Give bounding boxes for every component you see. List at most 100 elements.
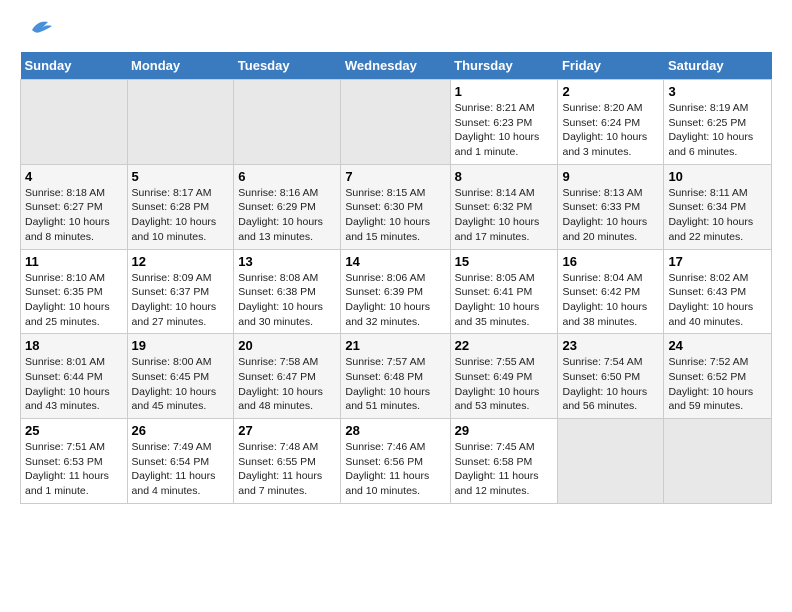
day-number: 5	[132, 169, 230, 184]
day-number: 29	[455, 423, 554, 438]
day-number: 11	[25, 254, 123, 269]
calendar-cell: 17 Sunrise: 8:02 AM Sunset: 6:43 PM Dayli…	[664, 249, 772, 334]
day-info: Sunrise: 8:05 AM Sunset: 6:41 PM Dayligh…	[455, 271, 554, 330]
calendar-cell: 26 Sunrise: 7:49 AM Sunset: 6:54 PM Dayli…	[127, 419, 234, 504]
day-info: Sunrise: 8:11 AM Sunset: 6:34 PM Dayligh…	[668, 186, 767, 245]
calendar-cell: 3 Sunrise: 8:19 AM Sunset: 6:25 PM Daylig…	[664, 80, 772, 165]
column-header-monday: Monday	[127, 52, 234, 80]
calendar-week-row: 18 Sunrise: 8:01 AM Sunset: 6:44 PM Dayli…	[21, 334, 772, 419]
day-info: Sunrise: 7:57 AM Sunset: 6:48 PM Dayligh…	[345, 355, 445, 414]
calendar-week-row: 1 Sunrise: 8:21 AM Sunset: 6:23 PM Daylig…	[21, 80, 772, 165]
day-info: Sunrise: 8:08 AM Sunset: 6:38 PM Dayligh…	[238, 271, 336, 330]
logo-bird-icon	[24, 16, 56, 38]
day-number: 28	[345, 423, 445, 438]
calendar-cell: 11 Sunrise: 8:10 AM Sunset: 6:35 PM Dayli…	[21, 249, 128, 334]
calendar-cell: 21 Sunrise: 7:57 AM Sunset: 6:48 PM Dayli…	[341, 334, 450, 419]
day-number: 17	[668, 254, 767, 269]
day-number: 12	[132, 254, 230, 269]
day-info: Sunrise: 7:46 AM Sunset: 6:56 PM Dayligh…	[345, 440, 445, 499]
calendar-cell: 8 Sunrise: 8:14 AM Sunset: 6:32 PM Daylig…	[450, 164, 558, 249]
day-info: Sunrise: 7:55 AM Sunset: 6:49 PM Dayligh…	[455, 355, 554, 414]
day-info: Sunrise: 7:45 AM Sunset: 6:58 PM Dayligh…	[455, 440, 554, 499]
day-number: 13	[238, 254, 336, 269]
calendar-cell: 9 Sunrise: 8:13 AM Sunset: 6:33 PM Daylig…	[558, 164, 664, 249]
day-number: 4	[25, 169, 123, 184]
day-number: 9	[562, 169, 659, 184]
calendar-cell	[127, 80, 234, 165]
calendar-cell: 1 Sunrise: 8:21 AM Sunset: 6:23 PM Daylig…	[450, 80, 558, 165]
day-info: Sunrise: 8:16 AM Sunset: 6:29 PM Dayligh…	[238, 186, 336, 245]
day-info: Sunrise: 8:17 AM Sunset: 6:28 PM Dayligh…	[132, 186, 230, 245]
calendar-cell: 14 Sunrise: 8:06 AM Sunset: 6:39 PM Dayli…	[341, 249, 450, 334]
column-header-tuesday: Tuesday	[234, 52, 341, 80]
column-header-saturday: Saturday	[664, 52, 772, 80]
page-container: SundayMondayTuesdayWednesdayThursdayFrid…	[0, 0, 792, 514]
calendar-cell	[21, 80, 128, 165]
day-info: Sunrise: 8:02 AM Sunset: 6:43 PM Dayligh…	[668, 271, 767, 330]
calendar-cell: 15 Sunrise: 8:05 AM Sunset: 6:41 PM Dayli…	[450, 249, 558, 334]
day-number: 14	[345, 254, 445, 269]
day-info: Sunrise: 8:14 AM Sunset: 6:32 PM Dayligh…	[455, 186, 554, 245]
calendar-cell: 25Sunrise: 7:51 AM Sunset: 6:53 PM Dayli…	[21, 419, 128, 504]
calendar-cell: 16 Sunrise: 8:04 AM Sunset: 6:42 PM Dayli…	[558, 249, 664, 334]
day-info: Sunrise: 7:52 AM Sunset: 6:52 PM Dayligh…	[668, 355, 767, 414]
day-number: 23	[562, 338, 659, 353]
day-info: Sunrise: 8:15 AM Sunset: 6:30 PM Dayligh…	[345, 186, 445, 245]
calendar-cell: 5 Sunrise: 8:17 AM Sunset: 6:28 PM Daylig…	[127, 164, 234, 249]
day-info: Sunrise: 8:01 AM Sunset: 6:44 PM Dayligh…	[25, 355, 123, 414]
day-info: Sunrise: 7:48 AM Sunset: 6:55 PM Dayligh…	[238, 440, 336, 499]
logo	[20, 20, 56, 42]
day-info: Sunrise: 7:49 AM Sunset: 6:54 PM Dayligh…	[132, 440, 230, 499]
calendar-cell: 24 Sunrise: 7:52 AM Sunset: 6:52 PM Dayli…	[664, 334, 772, 419]
day-number: 24	[668, 338, 767, 353]
day-info: Sunrise: 8:19 AM Sunset: 6:25 PM Dayligh…	[668, 101, 767, 160]
calendar-table: SundayMondayTuesdayWednesdayThursdayFrid…	[20, 52, 772, 504]
calendar-cell: 12 Sunrise: 8:09 AM Sunset: 6:37 PM Dayli…	[127, 249, 234, 334]
day-info: Sunrise: 8:09 AM Sunset: 6:37 PM Dayligh…	[132, 271, 230, 330]
day-info: Sunrise: 8:10 AM Sunset: 6:35 PM Dayligh…	[25, 271, 123, 330]
day-number: 2	[562, 84, 659, 99]
day-info: Sunrise: 7:54 AM Sunset: 6:50 PM Dayligh…	[562, 355, 659, 414]
day-number: 8	[455, 169, 554, 184]
day-number: 26	[132, 423, 230, 438]
day-info: Sunrise: 8:13 AM Sunset: 6:33 PM Dayligh…	[562, 186, 659, 245]
day-info: Sunrise: 8:00 AM Sunset: 6:45 PM Dayligh…	[132, 355, 230, 414]
day-info: Sunrise: 8:21 AM Sunset: 6:23 PM Dayligh…	[455, 101, 554, 160]
day-number: 7	[345, 169, 445, 184]
calendar-cell	[664, 419, 772, 504]
calendar-cell: 10 Sunrise: 8:11 AM Sunset: 6:34 PM Dayli…	[664, 164, 772, 249]
column-header-wednesday: Wednesday	[341, 52, 450, 80]
calendar-cell: 19Sunrise: 8:00 AM Sunset: 6:45 PM Dayli…	[127, 334, 234, 419]
day-number: 6	[238, 169, 336, 184]
calendar-cell: 28 Sunrise: 7:46 AM Sunset: 6:56 PM Dayli…	[341, 419, 450, 504]
day-info: Sunrise: 7:58 AM Sunset: 6:47 PM Dayligh…	[238, 355, 336, 414]
day-number: 22	[455, 338, 554, 353]
calendar-week-row: 25Sunrise: 7:51 AM Sunset: 6:53 PM Dayli…	[21, 419, 772, 504]
column-header-thursday: Thursday	[450, 52, 558, 80]
day-number: 16	[562, 254, 659, 269]
page-header	[20, 20, 772, 42]
day-info: Sunrise: 8:20 AM Sunset: 6:24 PM Dayligh…	[562, 101, 659, 160]
day-number: 18	[25, 338, 123, 353]
day-number: 20	[238, 338, 336, 353]
day-info: Sunrise: 8:04 AM Sunset: 6:42 PM Dayligh…	[562, 271, 659, 330]
calendar-cell: 18 Sunrise: 8:01 AM Sunset: 6:44 PM Dayli…	[21, 334, 128, 419]
column-header-sunday: Sunday	[21, 52, 128, 80]
day-number: 10	[668, 169, 767, 184]
calendar-cell: 6 Sunrise: 8:16 AM Sunset: 6:29 PM Daylig…	[234, 164, 341, 249]
calendar-cell	[234, 80, 341, 165]
calendar-cell	[558, 419, 664, 504]
calendar-cell: 27Sunrise: 7:48 AM Sunset: 6:55 PM Dayli…	[234, 419, 341, 504]
calendar-cell: 23 Sunrise: 7:54 AM Sunset: 6:50 PM Dayli…	[558, 334, 664, 419]
day-info: Sunrise: 7:51 AM Sunset: 6:53 PM Dayligh…	[25, 440, 123, 499]
day-number: 15	[455, 254, 554, 269]
calendar-cell: 13 Sunrise: 8:08 AM Sunset: 6:38 PM Dayli…	[234, 249, 341, 334]
calendar-cell: 29 Sunrise: 7:45 AM Sunset: 6:58 PM Dayli…	[450, 419, 558, 504]
day-info: Sunrise: 8:18 AM Sunset: 6:27 PM Dayligh…	[25, 186, 123, 245]
calendar-week-row: 11 Sunrise: 8:10 AM Sunset: 6:35 PM Dayli…	[21, 249, 772, 334]
day-number: 21	[345, 338, 445, 353]
day-info: Sunrise: 8:06 AM Sunset: 6:39 PM Dayligh…	[345, 271, 445, 330]
day-number: 1	[455, 84, 554, 99]
day-number: 3	[668, 84, 767, 99]
calendar-week-row: 4 Sunrise: 8:18 AM Sunset: 6:27 PM Daylig…	[21, 164, 772, 249]
